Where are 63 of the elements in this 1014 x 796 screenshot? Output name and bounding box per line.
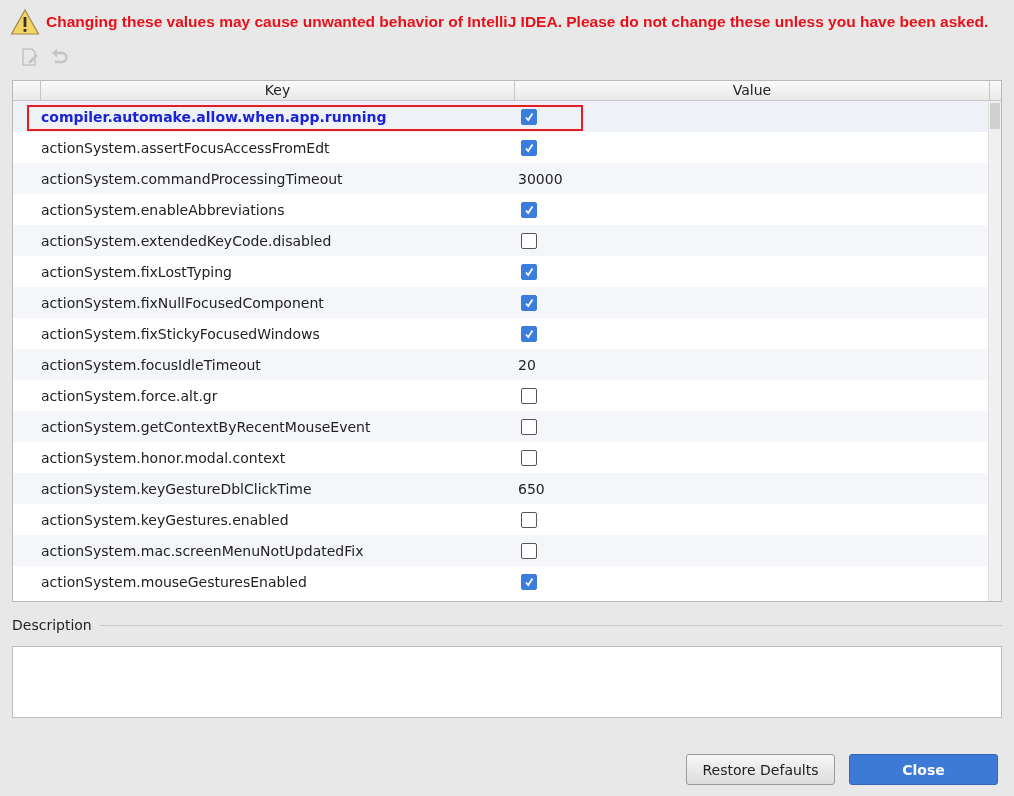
checkbox[interactable] <box>521 511 537 528</box>
description-label: Description <box>12 617 92 633</box>
checkbox[interactable] <box>521 325 537 342</box>
column-header[interactable]: Key <box>40 81 514 100</box>
setting-value: 650 <box>518 480 545 497</box>
table-row[interactable]: actionSystem.keyGestures.enabled <box>13 504 988 535</box>
setting-key: actionSystem.fixLostTyping <box>41 263 232 280</box>
setting-key: actionSystem.assertFocusAccessFromEdt <box>41 139 330 156</box>
checkbox[interactable] <box>521 139 537 156</box>
setting-key: actionSystem.keyGestureDblClickTime <box>41 480 312 497</box>
checkmark-icon <box>523 141 535 154</box>
table-row[interactable]: actionSystem.force.alt.gr <box>13 380 988 411</box>
close-button[interactable]: Close <box>849 754 998 785</box>
checkmark-icon <box>523 296 535 309</box>
checkmark-icon <box>523 327 535 340</box>
checkmark-icon <box>523 110 535 123</box>
checkmark-icon <box>523 575 535 588</box>
checkbox[interactable] <box>521 573 537 590</box>
table-row[interactable]: actionSystem.extendedKeyCode.disabled <box>13 225 988 256</box>
setting-key: actionSystem.keyGestures.enabled <box>41 511 289 528</box>
table-row[interactable]: actionSystem.enableAbbreviations <box>13 194 988 225</box>
setting-key: actionSystem.force.alt.gr <box>41 387 218 404</box>
checkbox[interactable] <box>521 108 537 125</box>
table-row[interactable]: actionSystem.mouseGesturesEnabled <box>13 566 988 597</box>
checkbox[interactable] <box>521 449 537 466</box>
scrollbar-thumb[interactable] <box>990 103 1000 129</box>
setting-key: actionSystem.enableAbbreviations <box>41 201 285 218</box>
checkbox[interactable] <box>521 263 537 280</box>
table-row[interactable]: actionSystem.keyGestureDblClickTime 650 <box>13 473 988 504</box>
table-row[interactable]: actionSystem.fixLostTyping <box>13 256 988 287</box>
checkbox[interactable] <box>521 418 537 435</box>
table-row[interactable]: actionSystem.fixNullFocusedComponent <box>13 287 988 318</box>
table-row[interactable]: actionSystem.fixStickyFocusedWindows <box>13 318 988 349</box>
table-row[interactable]: actionSystem.honor.modal.context <box>13 442 988 473</box>
setting-key: actionSystem.fixNullFocusedComponent <box>41 294 324 311</box>
table-row[interactable]: actionSystem.focusIdleTimeout 20 <box>13 349 988 380</box>
setting-key: actionSystem.mouseGesturesEnabled <box>41 573 307 590</box>
checkbox[interactable] <box>521 387 537 404</box>
setting-key: actionSystem.mac.screenMenuNotUpdatedFix <box>41 542 364 559</box>
checkbox[interactable] <box>521 232 537 249</box>
setting-key: actionSystem.focusIdleTimeout <box>41 356 261 373</box>
checkbox[interactable] <box>521 542 537 559</box>
table-row[interactable]: actionSystem.commandProcessingTimeout 30000 <box>13 163 988 194</box>
setting-key: actionSystem.fixStickyFocusedWindows <box>41 325 320 342</box>
setting-key: actionSystem.honor.modal.context <box>41 449 286 466</box>
checkbox[interactable] <box>521 294 537 311</box>
table-row[interactable]: actionSystem.assertFocusAccessFromEdt <box>13 132 988 163</box>
setting-key: actionSystem.extendedKeyCode.disabled <box>41 232 332 249</box>
setting-value: 20 <box>518 356 536 373</box>
setting-key: actionSystem.getContextByRecentMouseEvent <box>41 418 371 435</box>
table-row[interactable]: actionSystem.mac.screenMenuNotUpdatedFix <box>13 535 988 566</box>
restore-defaults-button[interactable]: Restore Defaults <box>686 754 835 785</box>
checkbox[interactable] <box>521 201 537 218</box>
warning-text: Changing these values may cause unwanted behavior of IntelliJ IDEA. Please do not change these unless you have been asked. <box>46 13 989 31</box>
checkmark-icon <box>523 265 535 278</box>
column-header[interactable]: Value <box>514 81 989 100</box>
warning-icon <box>10 8 40 36</box>
setting-key: compiler.automake.allow.when.app.running <box>41 108 387 125</box>
setting-key: actionSystem.commandProcessingTimeout <box>41 170 343 187</box>
table-row[interactable]: compiler.automake.allow.when.app.running <box>13 101 988 132</box>
setting-value: 30000 <box>518 170 563 187</box>
table-row[interactable]: actionSystem.getContextByRecentMouseEvent <box>13 411 988 442</box>
checkmark-icon <box>523 203 535 216</box>
